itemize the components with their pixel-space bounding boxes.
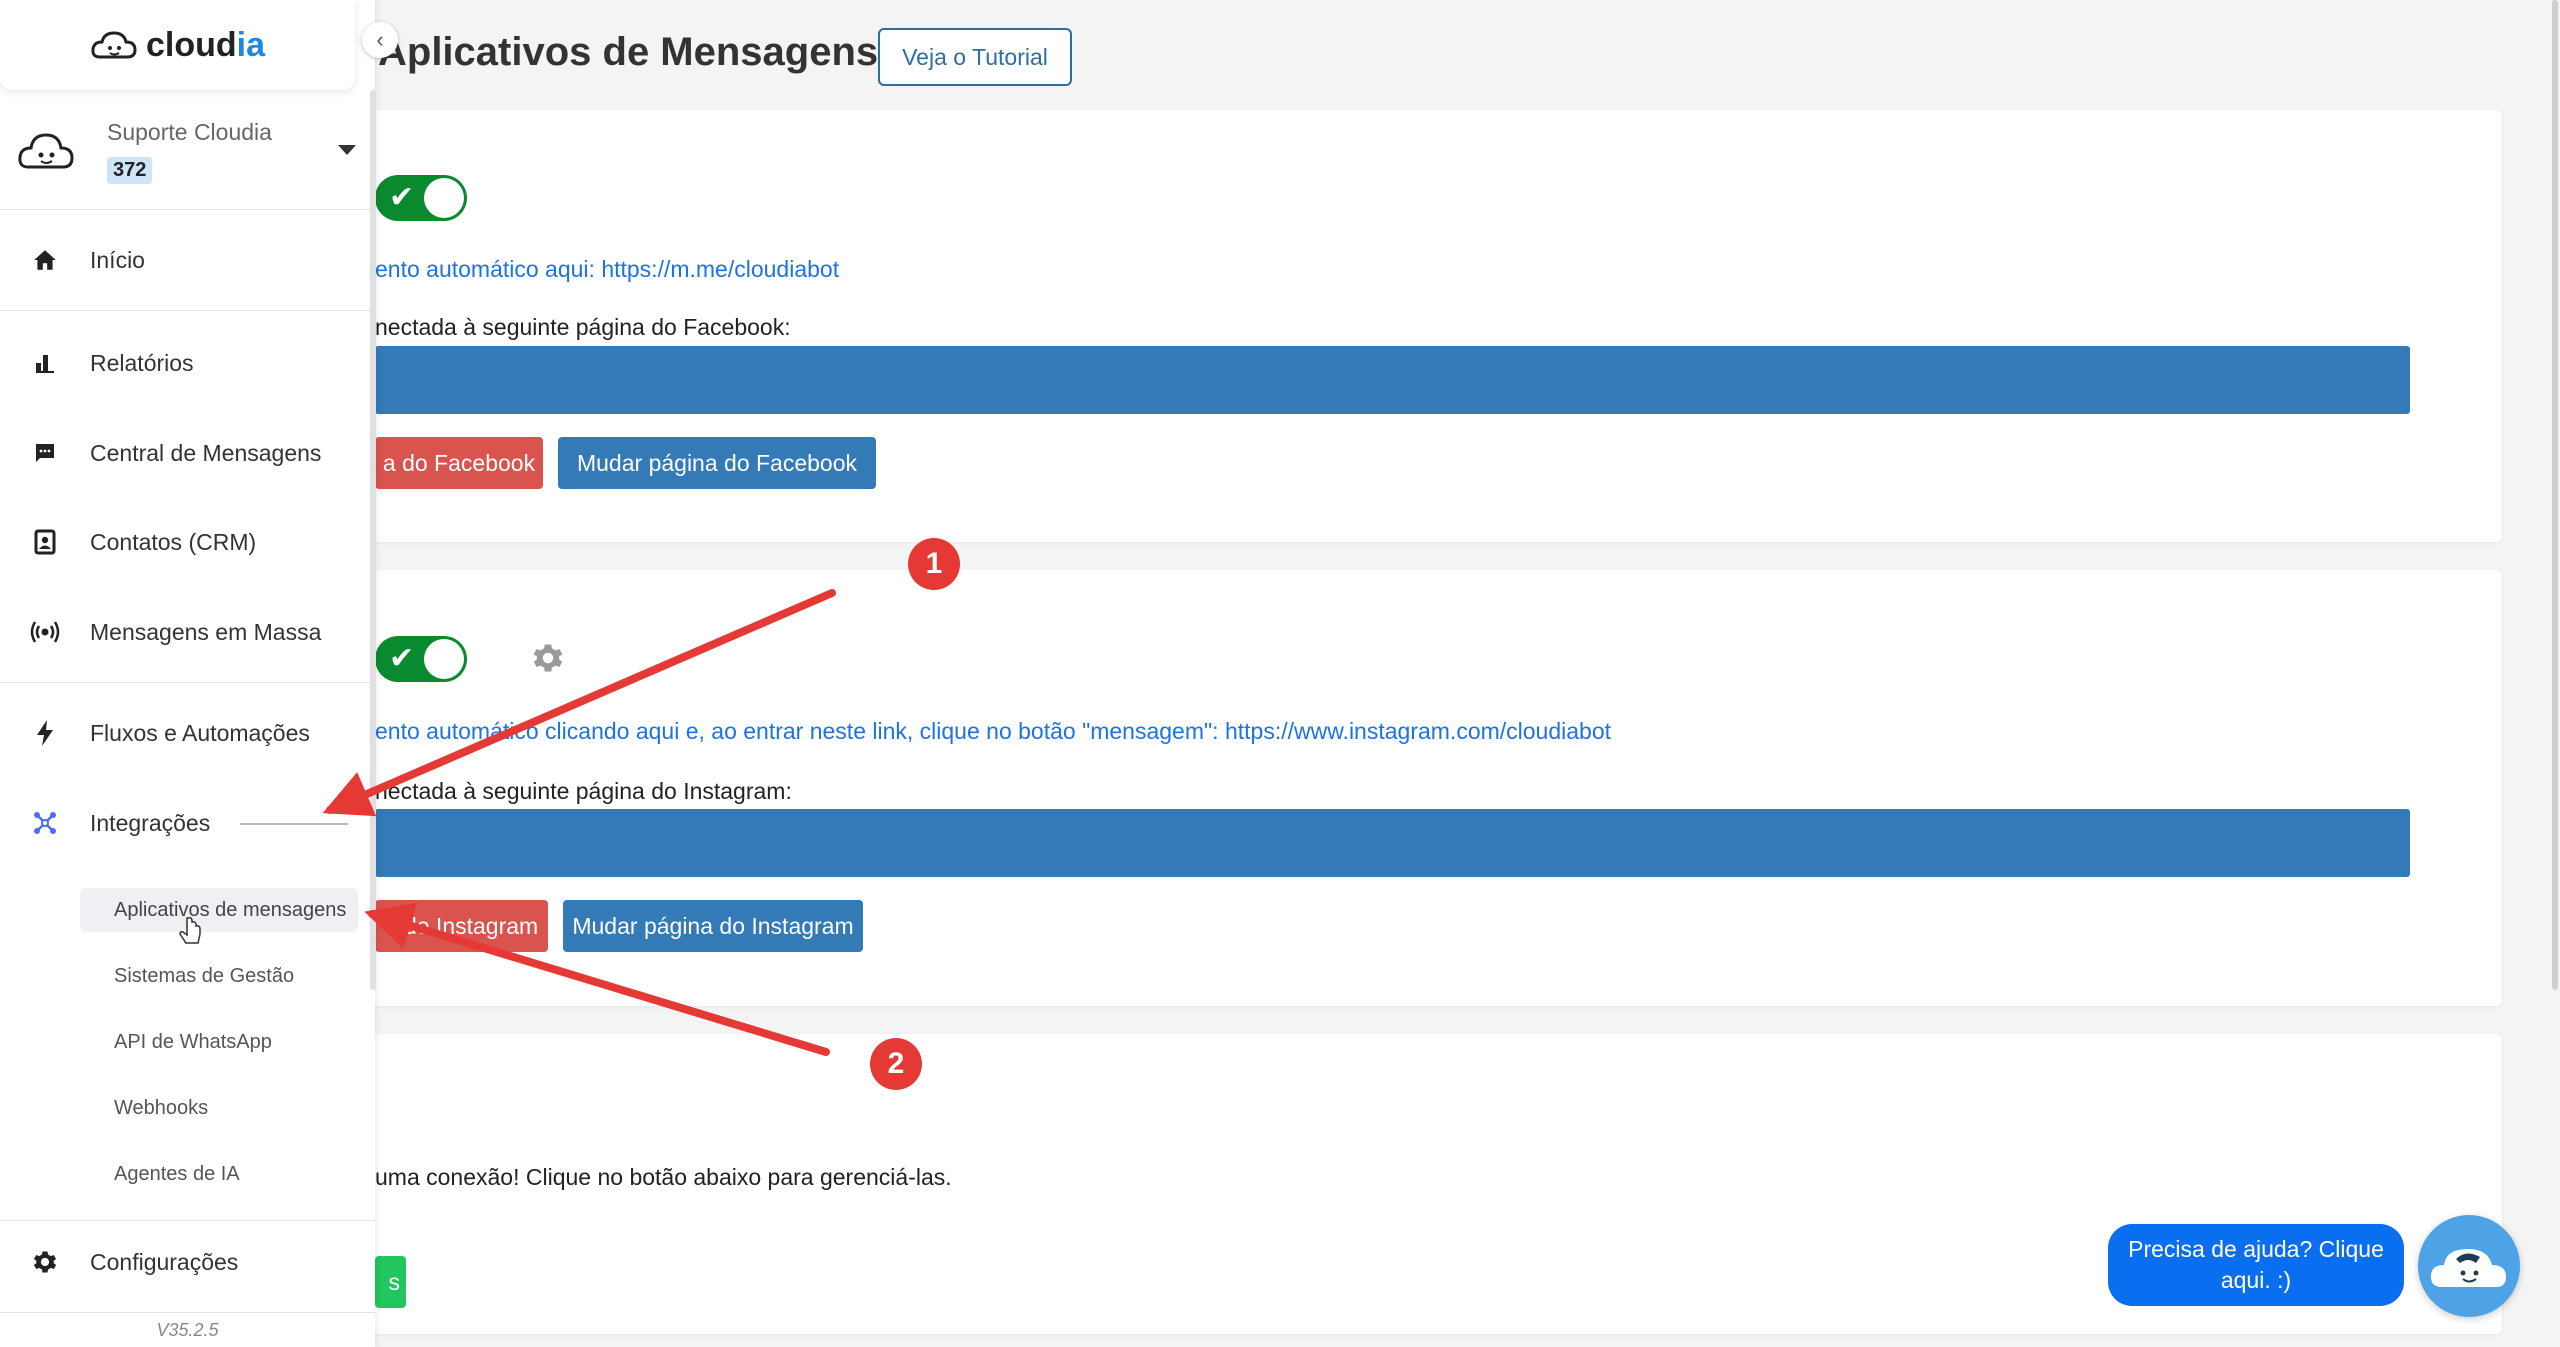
sidebar-item-label: Integrações — [90, 809, 211, 836]
sidebar-item-label: Central de Mensagens — [90, 439, 322, 466]
gear-icon — [30, 1247, 60, 1277]
bar-chart-icon — [30, 348, 60, 378]
instagram-toggle[interactable]: ✔ — [375, 636, 467, 682]
logo[interactable]: cloudia — [0, 0, 355, 90]
facebook-toggle[interactable]: ✔ — [375, 175, 467, 221]
account-selector[interactable]: Suporte Cloudia 372 — [0, 105, 375, 210]
sidebar-item-label: Contatos (CRM) — [90, 528, 257, 555]
expanded-line — [240, 823, 348, 825]
disconnect-facebook-button[interactable]: a do Facebook — [375, 437, 543, 489]
instagram-page-bar — [375, 809, 2410, 877]
manage-connections-button[interactable]: s — [375, 1256, 406, 1308]
sidebar-divider — [0, 1220, 375, 1221]
sub-item-webhooks[interactable]: Webhooks — [80, 1086, 220, 1130]
sidebar-scrollbar[interactable] — [370, 90, 376, 990]
sidebar-item-configuracoes[interactable]: Configurações — [0, 1232, 375, 1292]
sub-item-api-whatsapp[interactable]: API de WhatsApp — [80, 1020, 284, 1064]
facebook-connected-text: nectada à seguinte página do Facebook: — [375, 314, 791, 340]
instagram-bot-link[interactable]: ento automático clicando aqui e, ao entr… — [375, 718, 1611, 745]
sidebar: cloudia Suporte Cloudia 372 Início Relat… — [0, 0, 376, 1347]
help-chat-button[interactable] — [2418, 1215, 2520, 1317]
account-name: Suporte Cloudia — [107, 119, 272, 145]
integrations-icon — [30, 808, 60, 838]
sidebar-divider — [0, 310, 375, 311]
collapse-sidebar-button[interactable]: ‹ — [362, 22, 398, 58]
page-title: Aplicativos de Mensagens — [378, 30, 879, 74]
chat-icon — [30, 438, 60, 468]
sidebar-item-contatos[interactable]: Contatos (CRM) — [0, 512, 375, 572]
instagram-settings-gear-icon[interactable] — [530, 640, 566, 676]
account-badge: 372 — [107, 157, 153, 184]
contact-card-icon — [30, 527, 60, 557]
tutorial-button[interactable]: Veja o Tutorial — [878, 28, 1072, 86]
sidebar-item-relatorios[interactable]: Relatórios — [0, 333, 375, 393]
logo-text: cloudia — [145, 25, 266, 64]
check-icon: ✔ — [389, 181, 415, 214]
sidebar-item-label: Mensagens em Massa — [90, 618, 322, 645]
help-bubble[interactable]: Precisa de ajuda? Clique aqui. :) — [2108, 1224, 2404, 1306]
lightning-icon — [30, 718, 60, 748]
broadcast-icon — [30, 617, 60, 647]
annotation-number-2: 2 — [870, 1038, 922, 1090]
home-icon — [30, 245, 60, 275]
chevron-down-icon[interactable] — [338, 145, 356, 155]
change-instagram-page-button[interactable]: Mudar página do Instagram — [563, 900, 863, 952]
facebook-page-bar — [375, 346, 2410, 414]
disconnect-instagram-button[interactable]: a do Instagram — [375, 900, 548, 952]
instagram-connected-text: nectada à seguinte página do Instagram: — [375, 778, 792, 804]
facebook-card: ✔ ento automático aqui: https://m.me/clo… — [340, 110, 2502, 542]
cloudia-mascot-icon — [2430, 1249, 2506, 1287]
sidebar-item-label: Fluxos e Automações — [90, 719, 310, 746]
sidebar-divider — [0, 1312, 375, 1313]
sidebar-item-fluxos[interactable]: Fluxos e Automações — [0, 703, 375, 763]
sidebar-item-label: Relatórios — [90, 349, 194, 376]
chevron-left-icon: ‹ — [376, 27, 384, 52]
page-scrollbar[interactable] — [2552, 0, 2558, 990]
cloudia-logo-icon — [91, 31, 137, 59]
sidebar-item-central-mensagens[interactable]: Central de Mensagens — [0, 423, 375, 483]
connections-text: uma conexão! Clique no botão abaixo para… — [375, 1164, 952, 1190]
check-icon: ✔ — [389, 642, 415, 675]
sub-item-agentes-ia[interactable]: Agentes de IA — [80, 1152, 252, 1196]
sidebar-item-inicio[interactable]: Início — [0, 230, 375, 290]
account-avatar-icon — [18, 133, 74, 169]
annotation-number-1: 1 — [908, 538, 960, 590]
app-version: V35.2.5 — [156, 1320, 219, 1340]
sidebar-item-label: Configurações — [90, 1248, 239, 1275]
sub-item-sistemas-gestao[interactable]: Sistemas de Gestão — [80, 954, 306, 998]
sub-item-aplicativos-mensagens[interactable]: Aplicativos de mensagens — [80, 888, 359, 932]
sidebar-item-mensagens-massa[interactable]: Mensagens em Massa — [0, 602, 375, 662]
instagram-card: ✔ ento automático clicando aqui e, ao en… — [340, 570, 2502, 1006]
sidebar-divider — [0, 682, 375, 683]
sidebar-item-integracoes[interactable]: Integrações — [0, 793, 375, 853]
change-facebook-page-button[interactable]: Mudar página do Facebook — [558, 437, 876, 489]
sidebar-item-label: Início — [90, 246, 145, 273]
facebook-bot-link[interactable]: ento automático aqui: https://m.me/cloud… — [375, 256, 839, 283]
